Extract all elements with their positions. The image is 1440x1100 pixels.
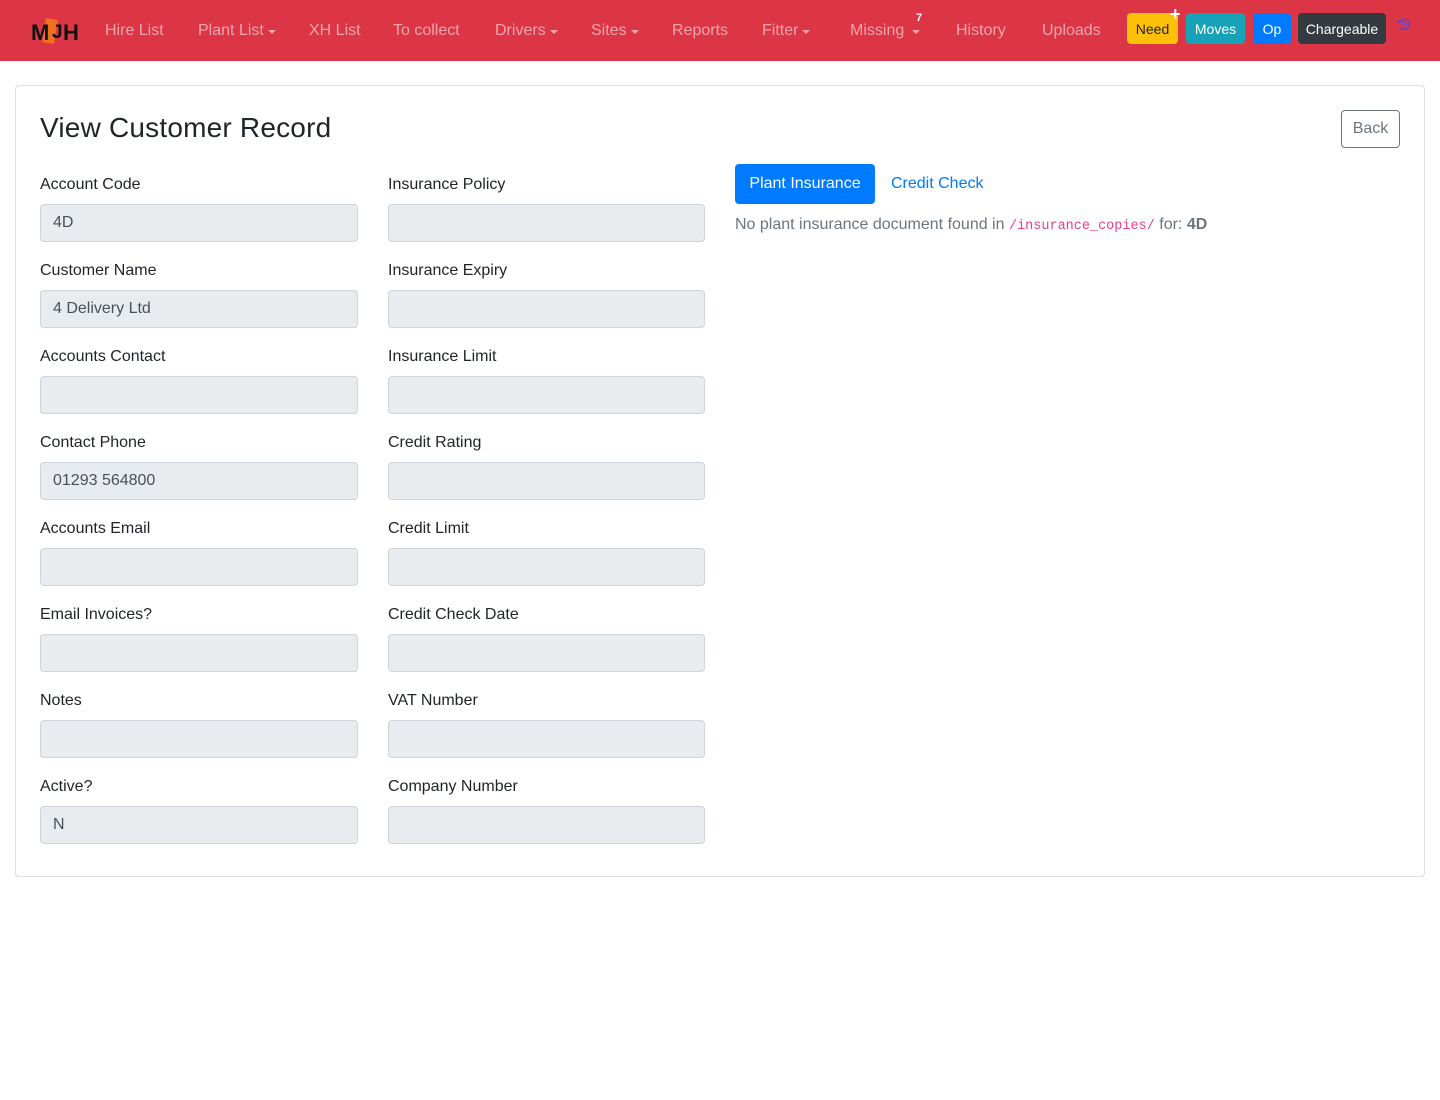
message-account-code: 4D — [1186, 216, 1208, 233]
email-invoices-field[interactable] — [40, 634, 358, 672]
op-button[interactable]: Op — [1253, 13, 1291, 44]
notes-label: Notes — [40, 692, 82, 709]
vat-number-field[interactable] — [388, 720, 705, 758]
credit-rating-field[interactable] — [388, 462, 705, 500]
nav-missing[interactable]: Missing — [850, 0, 921, 61]
tab-plant-insurance[interactable]: Plant Insurance — [735, 164, 875, 204]
top-navbar: M H J Hire List Plant List XH List To co… — [0, 0, 1440, 61]
nav-uploads[interactable]: Uploads — [1042, 0, 1101, 61]
message-mid: for: — [1159, 216, 1183, 233]
customer-name-label: Customer Name — [40, 262, 157, 279]
insurance-limit-field[interactable] — [388, 376, 705, 414]
accounts-email-label: Accounts Email — [40, 520, 151, 537]
nav-sites[interactable]: Sites — [591, 0, 639, 61]
customer-record-card: View Customer Record Back Account Code 4… — [15, 85, 1425, 877]
chargeable-button[interactable]: Chargeable — [1298, 13, 1386, 44]
svg-text:J: J — [52, 22, 63, 43]
company-number-field[interactable] — [388, 806, 705, 844]
account-code-field[interactable]: 4D — [40, 204, 358, 242]
vat-number-label: VAT Number — [388, 692, 478, 709]
insurance-policy-field[interactable] — [388, 204, 705, 242]
accounts-contact-label: Accounts Contact — [40, 348, 166, 365]
nav-xh-list[interactable]: XH List — [309, 0, 361, 61]
insurance-policy-label: Insurance Policy — [388, 176, 506, 193]
svg-text:M: M — [31, 20, 49, 45]
chevron-down-icon — [802, 29, 811, 34]
message-path: /insurance_copies/ — [1008, 219, 1155, 234]
nav-hire-list[interactable]: Hire List — [105, 0, 164, 61]
missing-count-badge: 7 — [916, 12, 923, 24]
plus-icon[interactable]: + — [1170, 5, 1184, 23]
chevron-down-icon — [549, 29, 558, 34]
chevron-down-icon — [267, 29, 276, 34]
active-field[interactable]: N — [40, 806, 358, 844]
chevron-down-icon — [912, 29, 921, 34]
page-title: View Customer Record — [40, 112, 332, 143]
chevron-down-icon — [630, 29, 639, 34]
account-code-label: Account Code — [40, 176, 141, 193]
credit-check-date-field[interactable] — [388, 634, 705, 672]
nav-drivers[interactable]: Drivers — [495, 0, 558, 61]
customer-name-field[interactable]: 4 Delivery Ltd — [40, 290, 358, 328]
nav-to-collect[interactable]: To collect — [393, 0, 460, 61]
nav-fitter[interactable]: Fitter — [762, 0, 811, 61]
nav-plant-list[interactable]: Plant List — [198, 0, 276, 61]
accounts-email-field[interactable] — [40, 548, 358, 586]
message-prefix: No plant insurance document found in — [735, 216, 1005, 233]
back-button[interactable]: Back — [1341, 110, 1400, 148]
insurance-status-message: No plant insurance document found in /in… — [735, 216, 1207, 234]
email-invoices-label: Email Invoices? — [40, 606, 153, 623]
insurance-expiry-field[interactable] — [388, 290, 705, 328]
notes-field[interactable] — [40, 720, 358, 758]
contact-phone-field[interactable]: 01293 564800 — [40, 462, 358, 500]
nav-history[interactable]: History — [956, 0, 1006, 61]
moves-button[interactable]: Moves — [1186, 13, 1245, 44]
credit-limit-label: Credit Limit — [388, 520, 469, 537]
company-number-label: Company Number — [388, 778, 518, 795]
accounts-contact-field[interactable] — [40, 376, 358, 414]
credit-limit-field[interactable] — [388, 548, 705, 586]
svg-text:H: H — [63, 20, 79, 45]
insurance-limit-label: Insurance Limit — [388, 348, 497, 365]
active-label: Active? — [40, 778, 93, 795]
credit-check-date-label: Credit Check Date — [388, 606, 519, 623]
brand-logo[interactable]: M H J — [30, 14, 84, 48]
history-icon[interactable] — [1396, 16, 1412, 32]
nav-reports[interactable]: Reports — [672, 0, 728, 61]
credit-rating-label: Credit Rating — [388, 434, 482, 451]
contact-phone-label: Contact Phone — [40, 434, 146, 451]
insurance-expiry-label: Insurance Expiry — [388, 262, 508, 279]
tab-credit-check[interactable]: Credit Check — [891, 164, 983, 204]
